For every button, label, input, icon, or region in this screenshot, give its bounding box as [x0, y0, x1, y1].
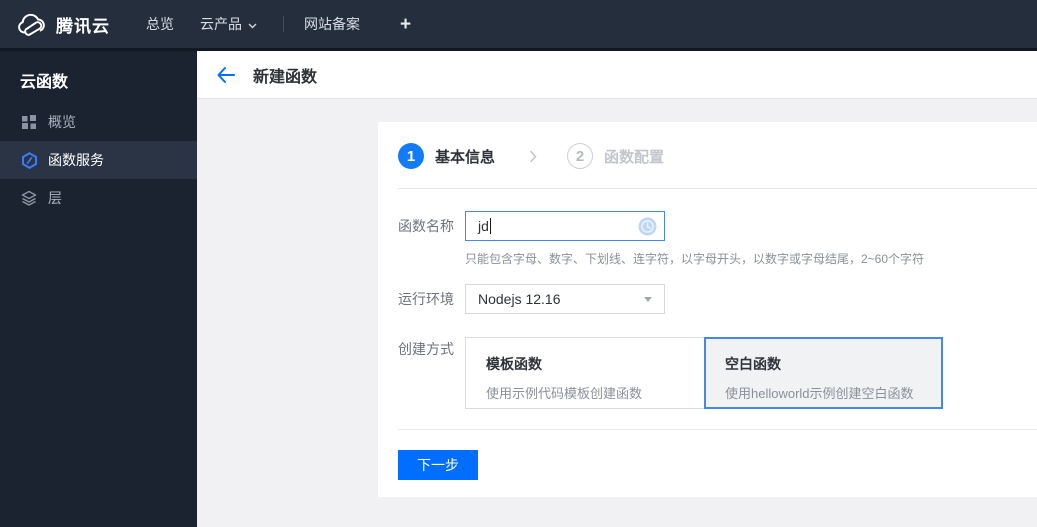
- select-caret-icon: [644, 296, 652, 302]
- back-button[interactable]: [214, 63, 238, 87]
- option-title: 模板函数: [486, 356, 542, 372]
- wizard-steps: 1 基本信息 2 函数配置: [378, 122, 1037, 169]
- basic-info-form: 函数名称 jd 只能包含字母、数字、下划线、连字符，以字母开头，以数字或字母结尾…: [378, 211, 1037, 409]
- top-nav-links: 总览 云产品 网站备案 +: [146, 14, 411, 34]
- sidebar-title: 云函数: [20, 74, 69, 91]
- step-1-label: 基本信息: [435, 148, 496, 166]
- sidebar-item-overview[interactable]: 概览: [0, 103, 197, 141]
- step-1-circle: 1: [398, 143, 424, 169]
- nav-products[interactable]: 云产品: [200, 14, 257, 34]
- main-area: 新建函数 1 基本信息 2 函数配置 函数名称 jd 只能包含字母、数字、下划线…: [197, 51, 1037, 527]
- page-header: 新建函数: [197, 51, 1037, 99]
- nav-overview[interactable]: 总览: [146, 14, 174, 34]
- option-blank-function[interactable]: 空白函数 使用helloworld示例创建空白函数: [704, 337, 943, 409]
- card-footer: 下一步: [378, 430, 1037, 480]
- page-title: 新建函数: [253, 68, 318, 86]
- arrow-left-icon: [217, 66, 235, 83]
- grid-icon: [21, 114, 38, 131]
- step-2-label: 函数配置: [604, 148, 665, 166]
- function-name-label: 函数名称: [398, 218, 454, 234]
- cloud-logo-icon: [16, 13, 47, 36]
- sidebar-item-function-service[interactable]: 函数服务: [0, 141, 197, 179]
- text-cursor: [489, 218, 491, 234]
- step-2-circle: 2: [567, 143, 594, 169]
- sidebar-item-layers[interactable]: 层: [0, 179, 197, 217]
- option-description: 使用helloworld示例创建空白函数: [725, 386, 914, 401]
- chevron-down-icon: [248, 16, 257, 32]
- option-description: 使用示例代码模板创建函数: [486, 386, 643, 401]
- clock-pending-icon: [638, 217, 657, 239]
- next-step-button[interactable]: 下一步: [398, 450, 478, 480]
- add-tab-button[interactable]: +: [400, 15, 411, 34]
- top-navbar: 腾讯云 总览 云产品 网站备案 +: [0, 0, 1037, 48]
- option-title: 空白函数: [725, 356, 781, 372]
- brand-logo[interactable]: 腾讯云: [16, 12, 110, 37]
- layers-icon: [21, 190, 38, 207]
- sidebar-item-label: 函数服务: [48, 152, 104, 168]
- content-background: 1 基本信息 2 函数配置 函数名称 jd 只能包含字母、数字、下划线、连字符，…: [197, 99, 1037, 527]
- runtime-selected-value: Nodejs 12.16: [478, 291, 561, 307]
- chevron-right-icon: [529, 149, 537, 163]
- creation-method-label: 创建方式: [398, 341, 454, 357]
- function-name-input[interactable]: jd: [465, 211, 665, 241]
- nav-separator: [283, 16, 284, 32]
- sidebar: 云函数 概览 函数服务 层: [0, 51, 197, 527]
- create-function-card: 1 基本信息 2 函数配置 函数名称 jd 只能包含字母、数字、下划线、连字符，…: [378, 122, 1037, 497]
- option-template-function[interactable]: 模板函数 使用示例代码模板创建函数: [465, 337, 705, 409]
- scf-hexagon-icon: [21, 151, 38, 169]
- runtime-label: 运行环境: [398, 291, 454, 307]
- divider: [398, 188, 1037, 189]
- brand-name: 腾讯云: [56, 16, 110, 36]
- nav-icp-filing[interactable]: 网站备案: [304, 14, 360, 34]
- function-name-value: jd: [478, 218, 489, 234]
- sidebar-item-label: 概览: [48, 114, 76, 130]
- runtime-select[interactable]: Nodejs 12.16: [465, 284, 665, 314]
- creation-method-options: 模板函数 使用示例代码模板创建函数 空白函数 使用helloworld示例创建空…: [465, 337, 943, 409]
- tencent-cloud-console: 腾讯云 总览 云产品 网站备案 + 云函数 概览 函数服务 层 新建函数 1 基…: [0, 0, 1037, 527]
- sidebar-item-label: 层: [48, 190, 62, 206]
- function-name-hint: 只能包含字母、数字、下划线、连字符，以字母开头，以数字或字母结尾，2~60个字符: [465, 252, 925, 266]
